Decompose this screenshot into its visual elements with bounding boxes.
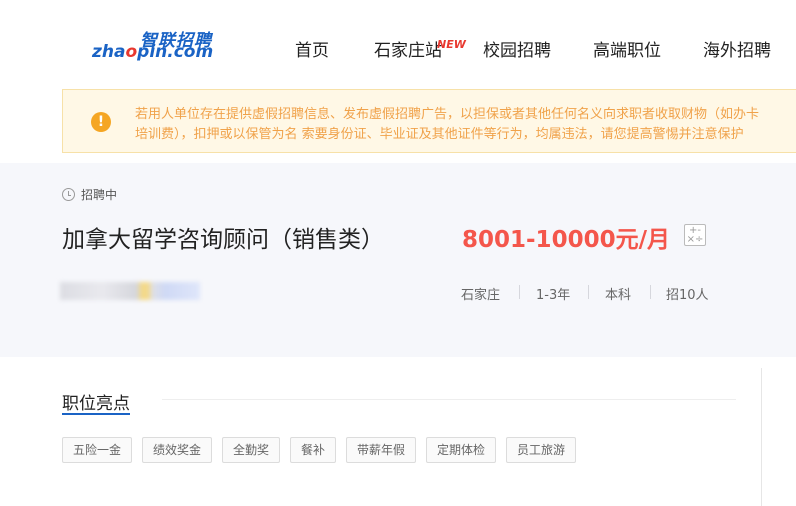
highlight-tag: 五险一金 <box>62 437 132 463</box>
zhaopin-logo[interactable]: 智联招聘 zhaopin.com <box>92 26 216 66</box>
logo-english-text: zhaopin.com <box>92 42 214 62</box>
fraud-warning-line-1: 若用人单位存在提供虚假招聘信息、发布虚假招聘广告，以担保或者其他任何名义向求职者… <box>135 107 760 122</box>
highlights-section-title: 职位亮点 <box>62 394 130 414</box>
highlight-tag: 绩效奖金 <box>142 437 212 463</box>
calculator-icon[interactable]: +- ×÷ <box>684 224 706 246</box>
new-badge: NEW <box>437 38 466 51</box>
nav-overseas-recruitment[interactable]: 海外招聘 <box>703 36 771 61</box>
exclamation-icon: ! <box>91 112 111 132</box>
fraud-warning-line-2: 培训费），扣押或以保管为名 索要身份证、毕业证及其他证件等行为，均属违法，请您提… <box>135 127 744 142</box>
site-header: 智联招聘 zhaopin.com 首页 石家庄站 NEW 校园招聘 高端职位 海… <box>0 0 796 90</box>
job-education: 本科 <box>605 288 632 303</box>
fraud-warning-text: 若用人单位存在提供虚假招聘信息、发布虚假招聘广告，以担保或者其他任何名义向求职者… <box>135 105 796 145</box>
highlight-tag: 带薪年假 <box>346 437 416 463</box>
meta-divider <box>650 285 651 299</box>
salary: 8001-10000元/月 <box>462 227 670 253</box>
job-experience: 1-3年 <box>536 288 571 303</box>
highlight-tag: 全勤奖 <box>222 437 280 463</box>
job-title: 加拿大留学咨询顾问（销售类） <box>62 227 384 253</box>
job-headcount: 招10人 <box>666 288 709 303</box>
meta-divider <box>588 285 589 299</box>
fraud-warning-banner: ! 若用人单位存在提供虚假招聘信息、发布虚假招聘广告，以担保或者其他任何名义向求… <box>62 89 796 153</box>
job-summary-panel <box>0 163 796 357</box>
highlight-tag: 定期体检 <box>426 437 496 463</box>
job-status: 招聘中 <box>62 186 117 203</box>
meta-divider <box>519 285 520 299</box>
job-status-label: 招聘中 <box>81 188 118 202</box>
section-title-underline <box>62 413 130 415</box>
highlight-tag: 餐补 <box>290 437 336 463</box>
nav-city-station[interactable]: 石家庄站 <box>374 36 442 61</box>
section-divider <box>162 399 736 400</box>
nav-campus-recruitment[interactable]: 校园招聘 <box>483 36 551 61</box>
sidebar-divider <box>761 368 762 506</box>
nav-senior-jobs[interactable]: 高端职位 <box>593 36 661 61</box>
company-name-blurred[interactable] <box>60 282 200 300</box>
highlight-tag: 员工旅游 <box>506 437 576 463</box>
nav-home[interactable]: 首页 <box>295 36 329 61</box>
clock-icon <box>62 188 75 201</box>
job-location: 石家庄 <box>461 288 501 303</box>
